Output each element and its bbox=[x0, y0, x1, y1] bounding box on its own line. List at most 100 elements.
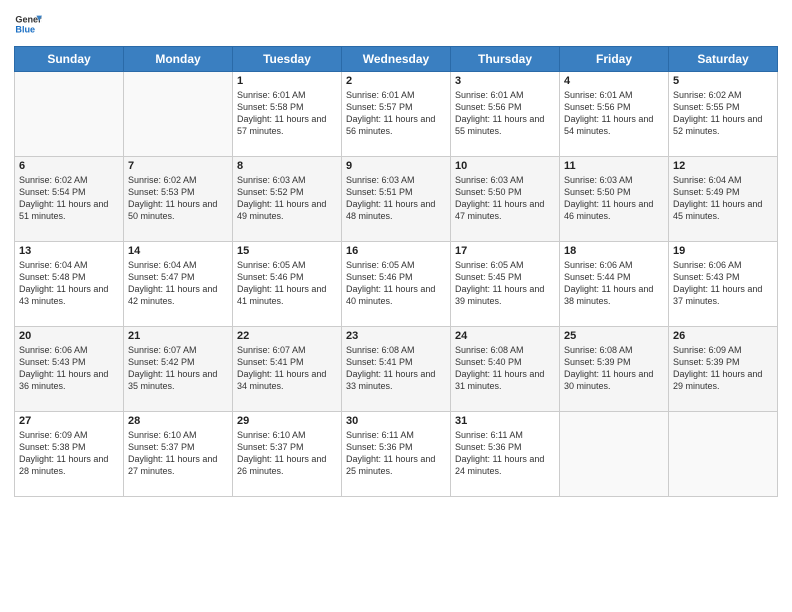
day-content: Sunrise: 6:05 AM Sunset: 5:46 PM Dayligh… bbox=[346, 259, 446, 308]
day-number: 14 bbox=[128, 245, 228, 257]
weekday-header-thursday: Thursday bbox=[451, 47, 560, 72]
day-content: Sunrise: 6:04 AM Sunset: 5:49 PM Dayligh… bbox=[673, 174, 773, 223]
day-number: 9 bbox=[346, 160, 446, 172]
weekday-header-wednesday: Wednesday bbox=[342, 47, 451, 72]
day-number: 7 bbox=[128, 160, 228, 172]
day-number: 23 bbox=[346, 330, 446, 342]
svg-text:Blue: Blue bbox=[15, 24, 35, 34]
day-number: 11 bbox=[564, 160, 664, 172]
day-number: 1 bbox=[237, 75, 337, 87]
day-number: 13 bbox=[19, 245, 119, 257]
day-content: Sunrise: 6:02 AM Sunset: 5:53 PM Dayligh… bbox=[128, 174, 228, 223]
calendar-cell: 5Sunrise: 6:02 AM Sunset: 5:55 PM Daylig… bbox=[669, 72, 778, 157]
day-number: 21 bbox=[128, 330, 228, 342]
day-number: 29 bbox=[237, 415, 337, 427]
calendar-cell: 10 Sunrise: 6:03 AM Sunset: 5:50 PM Dayli… bbox=[451, 157, 560, 242]
day-number: 25 bbox=[564, 330, 664, 342]
calendar-cell: 25Sunrise: 6:08 AM Sunset: 5:39 PM Dayli… bbox=[560, 327, 669, 412]
calendar-cell bbox=[124, 72, 233, 157]
calendar-cell bbox=[560, 412, 669, 497]
day-content: Sunrise: 6:06 AM Sunset: 5:43 PM Dayligh… bbox=[673, 259, 773, 308]
day-content: Sunrise: 6:08 AM Sunset: 5:41 PM Dayligh… bbox=[346, 344, 446, 393]
calendar-cell: 17Sunrise: 6:05 AM Sunset: 5:45 PM Dayli… bbox=[451, 242, 560, 327]
calendar-cell: 3 Sunrise: 6:01 AM Sunset: 5:56 PM Daylig… bbox=[451, 72, 560, 157]
calendar-cell: 31 Sunrise: 6:11 AM Sunset: 5:36 PM Dayli… bbox=[451, 412, 560, 497]
day-number: 20 bbox=[19, 330, 119, 342]
day-number: 19 bbox=[673, 245, 773, 257]
day-number: 12 bbox=[673, 160, 773, 172]
calendar-cell: 24 Sunrise: 6:08 AM Sunset: 5:40 PM Dayli… bbox=[451, 327, 560, 412]
day-content: Sunrise: 6:06 AM Sunset: 5:44 PM Dayligh… bbox=[564, 259, 664, 308]
page-header: General Blue bbox=[14, 10, 778, 38]
day-content: Sunrise: 6:03 AM Sunset: 5:50 PM Dayligh… bbox=[455, 174, 555, 223]
weekday-header-sunday: Sunday bbox=[15, 47, 124, 72]
calendar-cell: 20 Sunrise: 6:06 AM Sunset: 5:43 PM Dayli… bbox=[15, 327, 124, 412]
day-number: 24 bbox=[455, 330, 555, 342]
day-content: Sunrise: 6:01 AM Sunset: 5:56 PM Dayligh… bbox=[455, 89, 555, 138]
day-number: 5 bbox=[673, 75, 773, 87]
day-number: 31 bbox=[455, 415, 555, 427]
calendar-cell: 4 Sunrise: 6:01 AM Sunset: 5:56 PM Daylig… bbox=[560, 72, 669, 157]
calendar-cell: 12 Sunrise: 6:04 AM Sunset: 5:49 PM Dayli… bbox=[669, 157, 778, 242]
calendar-cell: 2 Sunrise: 6:01 AM Sunset: 5:57 PM Daylig… bbox=[342, 72, 451, 157]
calendar-cell: 28 Sunrise: 6:10 AM Sunset: 5:37 PM Dayli… bbox=[124, 412, 233, 497]
calendar-table: SundayMondayTuesdayWednesdayThursdayFrid… bbox=[14, 46, 778, 497]
weekday-header-saturday: Saturday bbox=[669, 47, 778, 72]
day-number: 6 bbox=[19, 160, 119, 172]
day-number: 26 bbox=[673, 330, 773, 342]
calendar-cell: 19 Sunrise: 6:06 AM Sunset: 5:43 PM Dayli… bbox=[669, 242, 778, 327]
day-content: Sunrise: 6:07 AM Sunset: 5:42 PM Dayligh… bbox=[128, 344, 228, 393]
day-number: 17 bbox=[455, 245, 555, 257]
day-content: Sunrise: 6:04 AM Sunset: 5:48 PM Dayligh… bbox=[19, 259, 119, 308]
calendar-cell bbox=[15, 72, 124, 157]
calendar-week-2: 6 Sunrise: 6:02 AM Sunset: 5:54 PM Daylig… bbox=[15, 157, 778, 242]
day-content: Sunrise: 6:03 AM Sunset: 5:52 PM Dayligh… bbox=[237, 174, 337, 223]
day-content: Sunrise: 6:11 AM Sunset: 5:36 PM Dayligh… bbox=[346, 429, 446, 478]
calendar-cell: 30 Sunrise: 6:11 AM Sunset: 5:36 PM Dayli… bbox=[342, 412, 451, 497]
calendar-cell: 23 Sunrise: 6:08 AM Sunset: 5:41 PM Dayli… bbox=[342, 327, 451, 412]
day-number: 3 bbox=[455, 75, 555, 87]
day-content: Sunrise: 6:05 AM Sunset: 5:46 PM Dayligh… bbox=[237, 259, 337, 308]
day-content: Sunrise: 6:09 AM Sunset: 5:38 PM Dayligh… bbox=[19, 429, 119, 478]
calendar-cell: 29Sunrise: 6:10 AM Sunset: 5:37 PM Dayli… bbox=[233, 412, 342, 497]
day-number: 16 bbox=[346, 245, 446, 257]
day-number: 15 bbox=[237, 245, 337, 257]
day-content: Sunrise: 6:06 AM Sunset: 5:43 PM Dayligh… bbox=[19, 344, 119, 393]
calendar-week-1: 1 Sunrise: 6:01 AM Sunset: 5:58 PM Daylig… bbox=[15, 72, 778, 157]
day-number: 30 bbox=[346, 415, 446, 427]
day-content: Sunrise: 6:01 AM Sunset: 5:58 PM Dayligh… bbox=[237, 89, 337, 138]
day-number: 27 bbox=[19, 415, 119, 427]
day-content: Sunrise: 6:10 AM Sunset: 5:37 PM Dayligh… bbox=[128, 429, 228, 478]
calendar-cell: 6 Sunrise: 6:02 AM Sunset: 5:54 PM Daylig… bbox=[15, 157, 124, 242]
day-content: Sunrise: 6:08 AM Sunset: 5:40 PM Dayligh… bbox=[455, 344, 555, 393]
calendar-cell: 16 Sunrise: 6:05 AM Sunset: 5:46 PM Dayli… bbox=[342, 242, 451, 327]
day-content: Sunrise: 6:01 AM Sunset: 5:56 PM Dayligh… bbox=[564, 89, 664, 138]
page-container: General Blue SundayMondayTuesdayWednesda… bbox=[0, 0, 792, 612]
calendar-week-3: 13 Sunrise: 6:04 AM Sunset: 5:48 PM Dayli… bbox=[15, 242, 778, 327]
calendar-cell: 7 Sunrise: 6:02 AM Sunset: 5:53 PM Daylig… bbox=[124, 157, 233, 242]
day-number: 10 bbox=[455, 160, 555, 172]
day-number: 4 bbox=[564, 75, 664, 87]
day-number: 2 bbox=[346, 75, 446, 87]
calendar-cell: 15 Sunrise: 6:05 AM Sunset: 5:46 PM Dayli… bbox=[233, 242, 342, 327]
calendar-cell: 1 Sunrise: 6:01 AM Sunset: 5:58 PM Daylig… bbox=[233, 72, 342, 157]
calendar-cell: 26Sunrise: 6:09 AM Sunset: 5:39 PM Dayli… bbox=[669, 327, 778, 412]
day-content: Sunrise: 6:04 AM Sunset: 5:47 PM Dayligh… bbox=[128, 259, 228, 308]
day-content: Sunrise: 6:11 AM Sunset: 5:36 PM Dayligh… bbox=[455, 429, 555, 478]
calendar-cell: 9 Sunrise: 6:03 AM Sunset: 5:51 PM Daylig… bbox=[342, 157, 451, 242]
day-content: Sunrise: 6:03 AM Sunset: 5:51 PM Dayligh… bbox=[346, 174, 446, 223]
day-number: 18 bbox=[564, 245, 664, 257]
calendar-cell: 27 Sunrise: 6:09 AM Sunset: 5:38 PM Dayli… bbox=[15, 412, 124, 497]
day-number: 28 bbox=[128, 415, 228, 427]
logo: General Blue bbox=[14, 10, 42, 38]
day-content: Sunrise: 6:07 AM Sunset: 5:41 PM Dayligh… bbox=[237, 344, 337, 393]
calendar-cell: 22Sunrise: 6:07 AM Sunset: 5:41 PM Dayli… bbox=[233, 327, 342, 412]
weekday-header-tuesday: Tuesday bbox=[233, 47, 342, 72]
calendar-cell: 14 Sunrise: 6:04 AM Sunset: 5:47 PM Dayli… bbox=[124, 242, 233, 327]
day-number: 8 bbox=[237, 160, 337, 172]
weekday-header-row: SundayMondayTuesdayWednesdayThursdayFrid… bbox=[15, 47, 778, 72]
day-content: Sunrise: 6:02 AM Sunset: 5:54 PM Dayligh… bbox=[19, 174, 119, 223]
calendar-week-5: 27 Sunrise: 6:09 AM Sunset: 5:38 PM Dayli… bbox=[15, 412, 778, 497]
day-content: Sunrise: 6:01 AM Sunset: 5:57 PM Dayligh… bbox=[346, 89, 446, 138]
calendar-week-4: 20 Sunrise: 6:06 AM Sunset: 5:43 PM Dayli… bbox=[15, 327, 778, 412]
